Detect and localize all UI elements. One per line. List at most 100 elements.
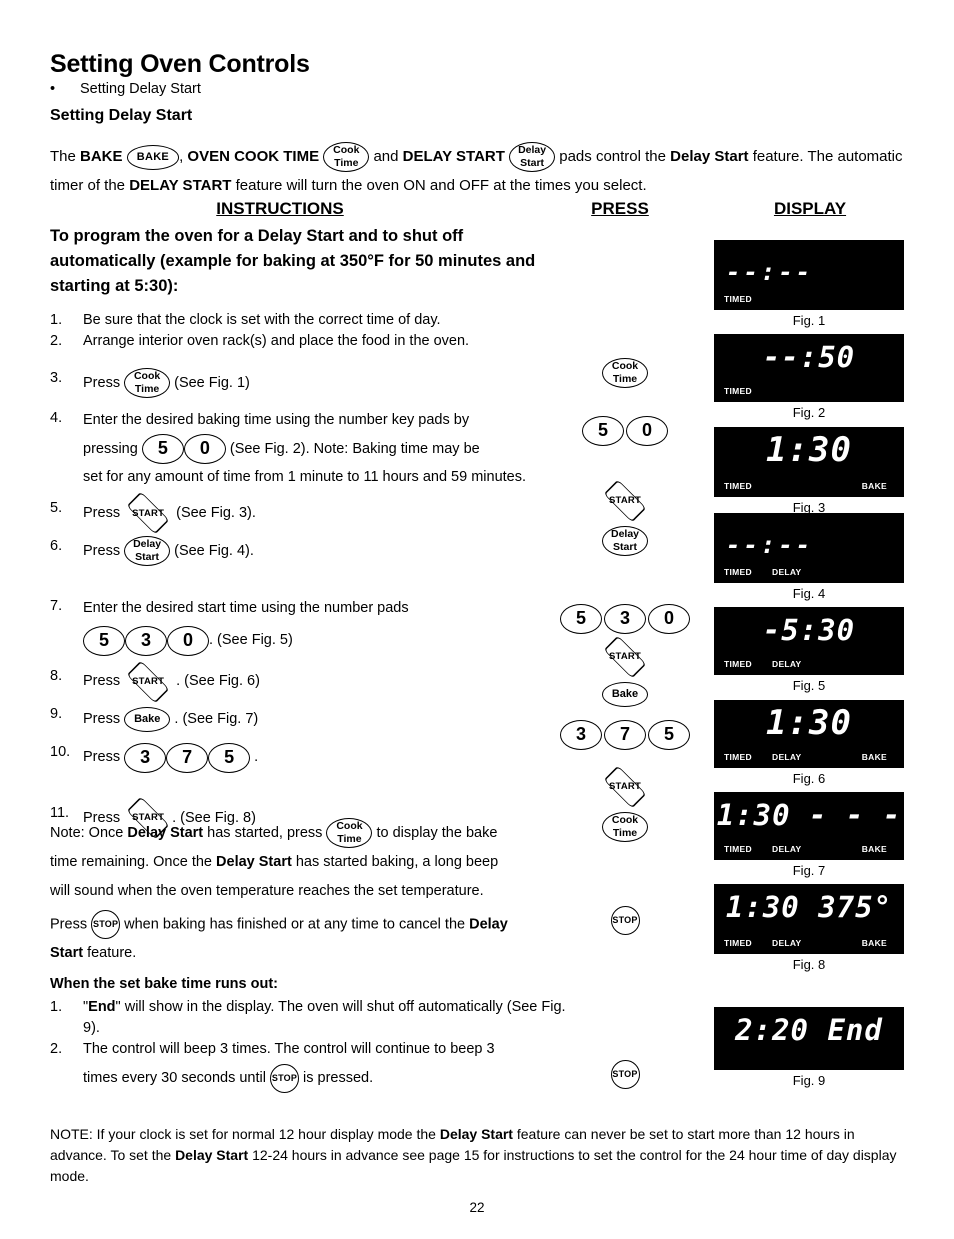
number-pad-7-icon: 7 bbox=[166, 742, 209, 773]
figure-block: 1:30 375° TIMED DELAY BAKE Fig. 8 bbox=[714, 884, 904, 972]
lcd-indicators: TIMED bbox=[714, 386, 904, 398]
number-pad-5-icon[interactable]: 5 bbox=[648, 720, 690, 750]
lcd-indicators: TIMED DELAY BAKE bbox=[714, 938, 904, 950]
cook-time-pad-icon[interactable]: Cook Time bbox=[602, 812, 648, 842]
number-pad-5-icon[interactable]: 5 bbox=[582, 416, 624, 446]
runs-out-item2-line1: The control will beep 3 times. The contr… bbox=[83, 1041, 495, 1057]
step-number: 4. bbox=[50, 410, 63, 427]
intro-delay-bold: DELAY START bbox=[402, 147, 505, 165]
step-text: Press Cook Time (See Fig. 1) bbox=[83, 368, 580, 399]
lcd-display: 1:30 - - - TIMED DELAY BAKE bbox=[714, 792, 904, 860]
press-start-2[interactable]: START bbox=[540, 635, 710, 678]
step-text: Press 375 . bbox=[83, 742, 580, 773]
lcd-readout: -5:30 bbox=[762, 613, 856, 647]
press-stop-2[interactable]: STOP bbox=[540, 1060, 710, 1089]
number-pad-0-icon[interactable]: 0 bbox=[648, 604, 690, 634]
figure-caption: Fig. 7 bbox=[792, 863, 826, 878]
number-pad-3-icon[interactable]: 3 bbox=[604, 604, 646, 634]
lcd-display: --:50 TIMED bbox=[714, 334, 904, 402]
step-4: 4. Enter the desired baking time using t… bbox=[50, 408, 580, 488]
step-text: Enter the desired baking time using the … bbox=[83, 408, 580, 488]
press-numbers-375[interactable]: 375 bbox=[540, 720, 710, 750]
lcd-indicators: TIMED DELAY BAKE bbox=[714, 752, 904, 764]
column-header-instructions: INSTRUCTIONS bbox=[216, 199, 344, 218]
note-paragraph-1: Note: Once Delay Start has started, pres… bbox=[50, 818, 499, 899]
press-bake[interactable]: Bake bbox=[540, 682, 710, 707]
step-1: 1. Be sure that the clock is set with th… bbox=[50, 310, 580, 331]
delay-start-pad-icon: Delay Start bbox=[124, 536, 171, 567]
figure-caption: Fig. 4 bbox=[792, 586, 826, 601]
indicator-bake: BAKE bbox=[861, 752, 887, 762]
press-numbers-50[interactable]: 50 bbox=[540, 416, 710, 446]
number-pad-3-icon[interactable]: 3 bbox=[560, 720, 602, 750]
press-cook-time-2[interactable]: Cook Time bbox=[540, 812, 710, 842]
press-start-1[interactable]: START bbox=[540, 479, 710, 522]
delay-pad-line1: Delay bbox=[518, 144, 547, 156]
intro-text-4: pads control the bbox=[555, 147, 671, 165]
intro-text-6: feature will turn the oven ON and OFF at… bbox=[231, 177, 647, 194]
instruction-steps: 1. Be sure that the clock is set with th… bbox=[50, 310, 580, 840]
indicator-delay: DELAY bbox=[772, 938, 802, 948]
lcd-readout: --:-- bbox=[726, 531, 814, 559]
step-number: 5. bbox=[50, 500, 63, 517]
page-title: Setting Oven Controls bbox=[50, 50, 310, 78]
runs-out-list: 1. "End" will show in the display. The o… bbox=[50, 997, 570, 1096]
stop-pad-icon: STOP bbox=[91, 910, 121, 939]
lcd-indicators: TIMED DELAY bbox=[714, 567, 904, 579]
indicator-bake: BAKE bbox=[861, 844, 887, 854]
indicator-timed: TIMED bbox=[724, 386, 752, 396]
step-3: 3. Press Cook Time (See Fig. 1) bbox=[50, 368, 580, 399]
figure-block: 1:30 TIMED BAKE Fig. 3 bbox=[714, 427, 904, 515]
press-start-3[interactable]: START bbox=[540, 765, 710, 808]
step4-line3: set for any amount of time from 1 minute… bbox=[83, 469, 527, 486]
item-text: "End" will show in the display. The oven… bbox=[83, 999, 566, 1036]
number-pad-7-icon[interactable]: 7 bbox=[604, 720, 646, 750]
step4-line2: pressing 50 (See Fig. 2). Note: Baking t… bbox=[83, 432, 580, 466]
runs-out-heading: When the set bake time runs out: bbox=[50, 976, 278, 992]
press-delay-start[interactable]: Delay Start bbox=[540, 526, 710, 556]
step-number: 7. bbox=[50, 598, 63, 615]
delay-start-pad-icon[interactable]: Delay Start bbox=[602, 526, 648, 556]
lcd-indicators bbox=[714, 1054, 904, 1066]
lcd-readout: 2:20 End bbox=[735, 1013, 883, 1047]
indicator-delay: DELAY bbox=[772, 659, 802, 669]
indicator-timed: TIMED bbox=[724, 294, 752, 304]
step4-line1: Enter the desired baking time using the … bbox=[83, 412, 470, 429]
indicator-timed: TIMED bbox=[724, 752, 752, 762]
figure-block: 2:20 End Fig. 9 bbox=[714, 1007, 904, 1088]
cook-time-pad-icon[interactable]: Cook Time bbox=[602, 358, 648, 388]
step-number: 9. bbox=[50, 706, 63, 723]
bake-pad-label: BAKE bbox=[136, 150, 170, 163]
bottom-note: NOTE: If your clock is set for normal 12… bbox=[50, 1126, 897, 1184]
number-pad-5-icon: 5 bbox=[208, 742, 251, 773]
press-stop-1[interactable]: STOP bbox=[540, 906, 710, 935]
bake-pad-icon: BAKE bbox=[126, 144, 180, 170]
indicator-timed: TIMED bbox=[724, 659, 752, 669]
lcd-display: -5:30 TIMED DELAY bbox=[714, 607, 904, 675]
indicator-delay: DELAY bbox=[772, 844, 802, 854]
figure-caption: Fig. 5 bbox=[792, 678, 826, 693]
bake-pad-icon[interactable]: Bake bbox=[601, 682, 649, 707]
stop-pad-icon[interactable]: STOP bbox=[610, 1060, 640, 1089]
step-6: 6. Press Delay Start (See Fig. 4). bbox=[50, 536, 580, 567]
start-pad-icon[interactable]: START bbox=[601, 765, 649, 808]
start-pad-icon[interactable]: START bbox=[601, 635, 649, 678]
step-text: Arrange interior oven rack(s) and place … bbox=[83, 333, 470, 349]
runs-out-item-1: 1. "End" will show in the display. The o… bbox=[50, 997, 570, 1039]
press-numbers-530[interactable]: 530 bbox=[540, 604, 710, 634]
indicator-delay: DELAY bbox=[772, 752, 802, 762]
cook-time-pad-icon: Cook Time bbox=[124, 368, 171, 399]
runs-out-item2-line2: times every 30 seconds until STOP is pre… bbox=[83, 1060, 570, 1096]
lcd-indicators: TIMED DELAY BAKE bbox=[714, 844, 904, 856]
stop-pad-icon[interactable]: STOP bbox=[610, 906, 640, 935]
press-cook-time-1[interactable]: Cook Time bbox=[540, 358, 710, 388]
number-pad-0-icon[interactable]: 0 bbox=[626, 416, 668, 446]
column-header-display: DISPLAY bbox=[773, 199, 847, 218]
number-pad-5-icon[interactable]: 5 bbox=[560, 604, 602, 634]
cook-time-pad-icon: Cook Time bbox=[326, 818, 373, 848]
indicator-bake: BAKE bbox=[861, 938, 887, 948]
start-pad-icon: START bbox=[124, 660, 172, 703]
step-number: 2. bbox=[50, 333, 63, 349]
figure-block: --:-- TIMED DELAY Fig. 4 bbox=[714, 513, 904, 601]
start-pad-icon[interactable]: START bbox=[601, 479, 649, 522]
